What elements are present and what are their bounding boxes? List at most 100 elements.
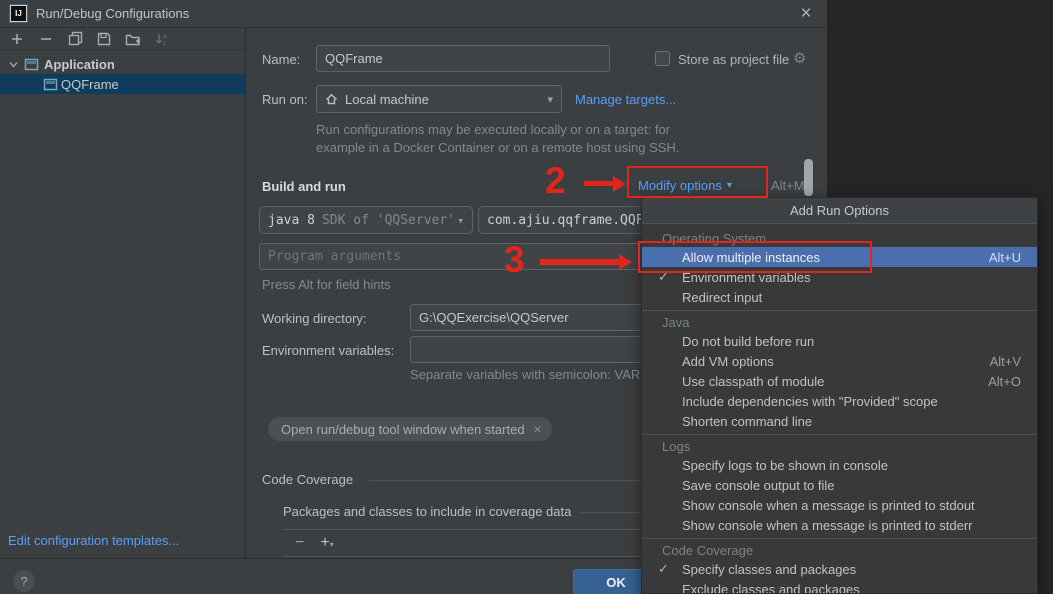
- remove-configuration-icon[interactable]: [38, 31, 54, 47]
- jre-value: java 8: [268, 212, 315, 228]
- menu-item-label: Specify classes and packages: [682, 561, 857, 577]
- working-directory-label: Working directory:: [262, 311, 367, 326]
- edit-configuration-templates-link[interactable]: Edit configuration templates...: [8, 533, 179, 548]
- help-button[interactable]: ?: [13, 570, 35, 592]
- menu-item-shorten-command-line[interactable]: Shorten command line: [642, 411, 1037, 431]
- annotation-arrow-2-head: [613, 176, 626, 192]
- working-directory-value: G:\QQExercise\QQServer: [419, 310, 569, 325]
- sidebar-toolbar: az: [0, 28, 245, 50]
- open-tool-window-tag-label: Open run/debug tool window when started: [281, 421, 525, 437]
- copy-configuration-icon[interactable]: [67, 31, 83, 47]
- menu-item-show-console-stdout[interactable]: Show console when a message is printed t…: [642, 495, 1037, 515]
- run-on-select[interactable]: Local machine ▾: [316, 85, 562, 113]
- coverage-table-toolbar: − +▾: [283, 529, 647, 557]
- add-configuration-icon[interactable]: [9, 31, 25, 47]
- menu-item-save-console-output[interactable]: Save console output to file: [642, 475, 1037, 495]
- alt-hint-text: Press Alt for field hints: [262, 277, 391, 292]
- coverage-remove-icon[interactable]: −: [295, 534, 304, 552]
- tree-group-label: Application: [44, 56, 115, 72]
- menu-item-label: Save console output to file: [682, 477, 835, 493]
- program-arguments-placeholder: Program arguments: [268, 249, 402, 264]
- configurations-sidebar: az Application QQFrame Edit configuratio…: [0, 28, 246, 558]
- sort-configurations-icon[interactable]: az: [154, 31, 170, 47]
- manage-targets-link[interactable]: Manage targets...: [575, 92, 676, 107]
- tree-item-qqframe[interactable]: QQFrame: [0, 74, 245, 94]
- menu-item-label: Use classpath of module: [682, 373, 825, 389]
- menu-item-redirect-input[interactable]: Redirect input: [642, 287, 1037, 307]
- jre-detail: SDK of 'QQServer' m: [321, 212, 458, 228]
- menu-separator: [642, 538, 1037, 539]
- menu-item-specify-logs[interactable]: Specify logs to be shown in console: [642, 455, 1037, 475]
- coverage-include-label: Packages and classes to include in cover…: [283, 504, 572, 519]
- screenshot-root: IJ Run/Debug Configurations × az Applica…: [0, 0, 1053, 594]
- main-class-input[interactable]: com.ajiu.qqframe.QQFram: [478, 206, 650, 234]
- jre-select[interactable]: java 8 SDK of 'QQServer' m ▾: [259, 206, 473, 234]
- store-as-project-file-checkbox[interactable]: [655, 51, 670, 66]
- menu-separator: [642, 310, 1037, 311]
- run-on-hint-line2: example in a Docker Container or on a re…: [316, 140, 680, 155]
- tree-item-label: QQFrame: [61, 76, 119, 92]
- menu-item-specify-classes[interactable]: ✓ Specify classes and packages: [642, 559, 1037, 579]
- name-value: QQFrame: [325, 51, 383, 66]
- code-coverage-rule: [369, 480, 646, 481]
- menu-item-label: Do not build before run: [682, 333, 815, 349]
- name-label: Name:: [262, 52, 301, 67]
- program-arguments-input[interactable]: Program arguments: [259, 243, 651, 270]
- configurations-tree: Application QQFrame: [0, 50, 245, 94]
- remove-tag-icon[interactable]: ×: [534, 421, 542, 437]
- menu-item-label: Show console when a message is printed t…: [682, 497, 975, 513]
- environment-variables-hint: Separate variables with semicolon: VAR: [410, 367, 641, 382]
- menu-section-java: Java: [662, 315, 690, 330]
- menu-item-add-vm-options[interactable]: Add VM options Alt+V: [642, 351, 1037, 371]
- svg-text:z: z: [163, 41, 166, 46]
- run-on-value: Local machine: [345, 91, 429, 107]
- chevron-down-icon: ▾: [547, 93, 553, 106]
- application-type-icon: [24, 58, 39, 71]
- run-on-hint-line1: Run configurations may be executed local…: [316, 122, 671, 137]
- menu-item-label: Shorten command line: [682, 413, 813, 429]
- chevron-down-icon[interactable]: [8, 59, 19, 70]
- gear-icon[interactable]: ⚙: [793, 49, 806, 67]
- menu-item-label: Add VM options: [682, 353, 774, 369]
- menu-item-label: Include dependencies with "Provided" sco…: [682, 393, 938, 409]
- menu-item-do-not-build[interactable]: Do not build before run: [642, 331, 1037, 351]
- close-icon[interactable]: ×: [795, 4, 817, 23]
- menu-item-include-provided[interactable]: Include dependencies with "Provided" sco…: [642, 391, 1037, 411]
- menu-item-label: Specify logs to be shown in console: [682, 457, 888, 473]
- menu-item-exclude-classes[interactable]: Exclude classes and packages: [642, 579, 1037, 594]
- menu-item-label: Exclude classes and packages: [682, 581, 860, 594]
- environment-variables-input[interactable]: [410, 336, 651, 363]
- open-tool-window-tag[interactable]: Open run/debug tool window when started …: [268, 417, 552, 441]
- move-to-folder-icon[interactable]: [125, 31, 141, 47]
- menu-item-use-classpath[interactable]: Use classpath of module Alt+O: [642, 371, 1037, 391]
- annotation-arrow-3-head: [619, 254, 632, 270]
- code-coverage-heading: Code Coverage: [262, 472, 354, 487]
- annotation-step-2: 2: [545, 160, 566, 201]
- menu-item-label: Redirect input: [682, 289, 763, 305]
- tree-group-application[interactable]: Application: [0, 54, 245, 74]
- name-input[interactable]: QQFrame: [316, 45, 610, 72]
- annotation-box-modify-options: [627, 166, 768, 198]
- annotation-arrow-3: [540, 259, 620, 265]
- home-icon: [325, 93, 338, 105]
- menu-item-label: Show console when a message is printed t…: [682, 517, 973, 533]
- check-icon: ✓: [658, 561, 669, 576]
- annotation-arrow-2: [584, 181, 614, 186]
- menu-section-code-coverage: Code Coverage: [662, 543, 754, 558]
- build-and-run-heading: Build and run: [262, 179, 346, 194]
- menu-item-shortcut: Alt+V: [989, 353, 1021, 369]
- annotation-step-3: 3: [504, 239, 525, 280]
- modify-options-shortcut: Alt+M: [771, 178, 805, 193]
- working-directory-input[interactable]: G:\QQExercise\QQServer: [410, 304, 651, 331]
- menu-item-shortcut: Alt+U: [988, 249, 1021, 265]
- coverage-add-icon[interactable]: +▾: [320, 534, 333, 552]
- dialog-titlebar: IJ Run/Debug Configurations ×: [0, 0, 827, 28]
- save-configuration-icon[interactable]: [96, 31, 112, 47]
- dialog-scrollbar-thumb[interactable]: [804, 159, 813, 196]
- menu-separator: [642, 434, 1037, 435]
- run-on-label: Run on:: [262, 92, 308, 107]
- svg-text:a: a: [163, 34, 167, 40]
- menu-item-show-console-stderr[interactable]: Show console when a message is printed t…: [642, 515, 1037, 535]
- main-class-value: com.ajiu.qqframe.QQFram: [487, 212, 650, 228]
- dialog-title: Run/Debug Configurations: [36, 6, 190, 21]
